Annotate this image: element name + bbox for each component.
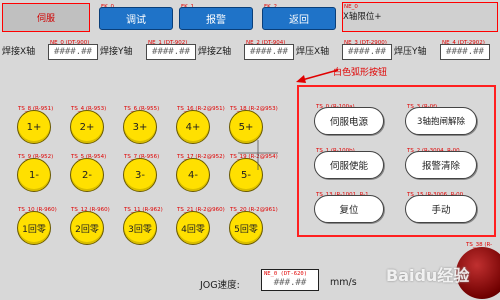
- weld-z-label: 焊接Z轴: [198, 47, 232, 57]
- jog-label: 5回零: [234, 224, 258, 235]
- debug-button[interactable]: 调试: [99, 7, 173, 30]
- home-1-button[interactable]: 1回零: [17, 211, 51, 245]
- alarm-button-label: 报警: [206, 15, 226, 26]
- jog-1-plus-button[interactable]: 1+: [17, 110, 51, 144]
- jog-4-minus-button[interactable]: 4-: [176, 158, 210, 192]
- oval-label: 3轴抱闸解除: [417, 117, 465, 127]
- servo-enable-button[interactable]: 伺服使能: [314, 151, 384, 179]
- manual-button[interactable]: 手动: [405, 195, 477, 223]
- jog-label: 5+: [238, 121, 254, 133]
- home-3-button[interactable]: 3回零: [123, 211, 157, 245]
- oval-label: 伺服电源: [329, 117, 368, 128]
- press-y-label: 焊压Y轴: [394, 47, 427, 57]
- return-button-label: 返回: [289, 15, 309, 26]
- jog-2-minus-button[interactable]: 2-: [70, 158, 104, 192]
- oval-label: 报警清除: [421, 161, 460, 172]
- jog-label: 2回零: [75, 224, 99, 235]
- jog-label: 1回零: [22, 224, 46, 235]
- jog-5-plus-button[interactable]: 5+: [229, 110, 263, 144]
- jog-label: 1+: [26, 121, 42, 133]
- jog-speed-value[interactable]: NE_0 (DT-620) ###.##: [261, 269, 319, 291]
- alarm-clear-button[interactable]: 报警清除: [405, 151, 477, 179]
- weld-y-label: 焊接Y轴: [100, 47, 133, 57]
- jog-4-plus-button[interactable]: 4+: [176, 110, 210, 144]
- page-title: 伺服: [2, 3, 90, 32]
- jog-label: 3回零: [128, 224, 152, 235]
- weld-x-label: 焊接X轴: [2, 47, 36, 57]
- servo-power-button[interactable]: 伺服电源: [314, 107, 384, 135]
- jog-speed-label: JOG速度:: [200, 280, 240, 291]
- oval-label: 手动: [431, 205, 451, 216]
- home-5-button[interactable]: 5回零: [229, 211, 263, 245]
- jog-label: 2-: [82, 169, 92, 181]
- press-x-value: ####.##: [342, 44, 392, 60]
- weld-z-value: ####.##: [244, 44, 294, 60]
- press-x-label: 焊压X轴: [296, 47, 330, 57]
- jog-3-minus-button[interactable]: 3-: [123, 158, 157, 192]
- jog-speed-tag: NE_0 (DT-620): [264, 271, 308, 277]
- annotation-text: 白色弧形按钮: [333, 68, 388, 78]
- reset-button[interactable]: 复位: [314, 195, 384, 223]
- alarm-button[interactable]: 报警: [179, 7, 253, 30]
- jog-speed-unit: mm/s: [330, 277, 357, 288]
- jog-2-plus-button[interactable]: 2+: [70, 110, 104, 144]
- weld-x-value: ####.##: [48, 44, 98, 60]
- jog-label: 2+: [79, 121, 95, 133]
- watermark: Baidu经验: [386, 266, 470, 285]
- oval-label: 复位: [339, 205, 359, 216]
- jog-label: 1-: [29, 169, 39, 181]
- page-title-text: 伺服: [36, 14, 55, 24]
- weld-y-value: ####.##: [146, 44, 196, 60]
- crosshair-icon: [238, 140, 278, 170]
- jog-label: 3+: [132, 121, 148, 133]
- press-y-value: ####.##: [440, 44, 490, 60]
- jog-speed-number: ###.##: [273, 278, 307, 288]
- jog-3-plus-button[interactable]: 3+: [123, 110, 157, 144]
- jog-label: 4回零: [181, 224, 205, 235]
- home-2-button[interactable]: 2回零: [70, 211, 104, 245]
- jog-label: 4-: [188, 169, 198, 181]
- jog-1-minus-button[interactable]: 1-: [17, 158, 51, 192]
- return-button[interactable]: 返回: [262, 7, 336, 30]
- jog-label: 3-: [135, 169, 145, 181]
- debug-button-label: 调试: [126, 15, 146, 26]
- jog-label: 5-: [241, 169, 251, 181]
- home-4-button[interactable]: 4回零: [176, 211, 210, 245]
- axis-limit-indicator: NE_0 X轴限位+: [342, 2, 498, 32]
- oval-label: 伺服使能: [329, 161, 368, 172]
- jog-label: 4+: [185, 121, 201, 133]
- axis-limit-text: X轴限位+: [343, 12, 382, 22]
- brake-release-button[interactable]: 3轴抱闸解除: [405, 107, 477, 135]
